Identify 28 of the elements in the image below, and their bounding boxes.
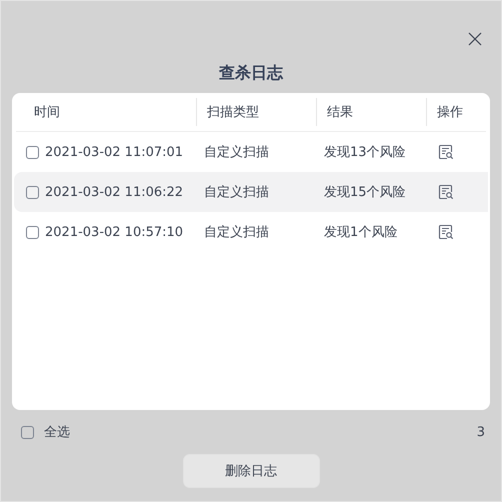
close-icon[interactable] bbox=[467, 31, 483, 47]
table-cell-text: 自定义扫描 bbox=[204, 184, 269, 201]
select-all-label: 全选 bbox=[44, 424, 70, 441]
checkbox[interactable] bbox=[26, 226, 39, 238]
view-log-icon[interactable] bbox=[438, 144, 454, 160]
table-row[interactable]: 2021-03-02 10:57:10 自定义扫描 发现1个风险 bbox=[14, 212, 488, 252]
table-row[interactable]: 2021-03-02 11:07:01 自定义扫描 发现13个风险 bbox=[14, 132, 488, 172]
checkbox[interactable] bbox=[26, 146, 39, 158]
column-header: 时间 bbox=[34, 104, 60, 121]
view-log-icon[interactable] bbox=[438, 184, 454, 200]
column-header: 扫描类型 bbox=[207, 104, 259, 121]
table-cell: 2021-03-02 11:07:01 bbox=[45, 144, 184, 160]
table-cell-text: 发现13个风险 bbox=[324, 144, 406, 161]
log-count: 3 bbox=[476, 424, 485, 440]
column-header: 结果 bbox=[327, 104, 353, 121]
checkbox[interactable] bbox=[21, 426, 34, 438]
view-log-icon[interactable] bbox=[438, 224, 454, 240]
table-cell-text: 发现15个风险 bbox=[324, 184, 406, 201]
table-cell: 2021-03-02 11:06:22 bbox=[45, 184, 184, 200]
table-cell-text: 发现1个风险 bbox=[324, 224, 398, 241]
dialog-title: 查杀日志 bbox=[219, 62, 283, 84]
column-header: 操作 bbox=[437, 104, 463, 121]
table-cell: 2021-03-02 10:57:10 bbox=[45, 224, 184, 240]
table-cell-text: 自定义扫描 bbox=[204, 224, 269, 241]
delete-log-button[interactable]: 删除日志 bbox=[182, 454, 320, 488]
table-cell-text: 自定义扫描 bbox=[204, 144, 269, 161]
checkbox[interactable] bbox=[26, 186, 39, 198]
table-row[interactable]: 2021-03-02 11:06:22 自定义扫描 发现15个风险 bbox=[14, 172, 488, 212]
